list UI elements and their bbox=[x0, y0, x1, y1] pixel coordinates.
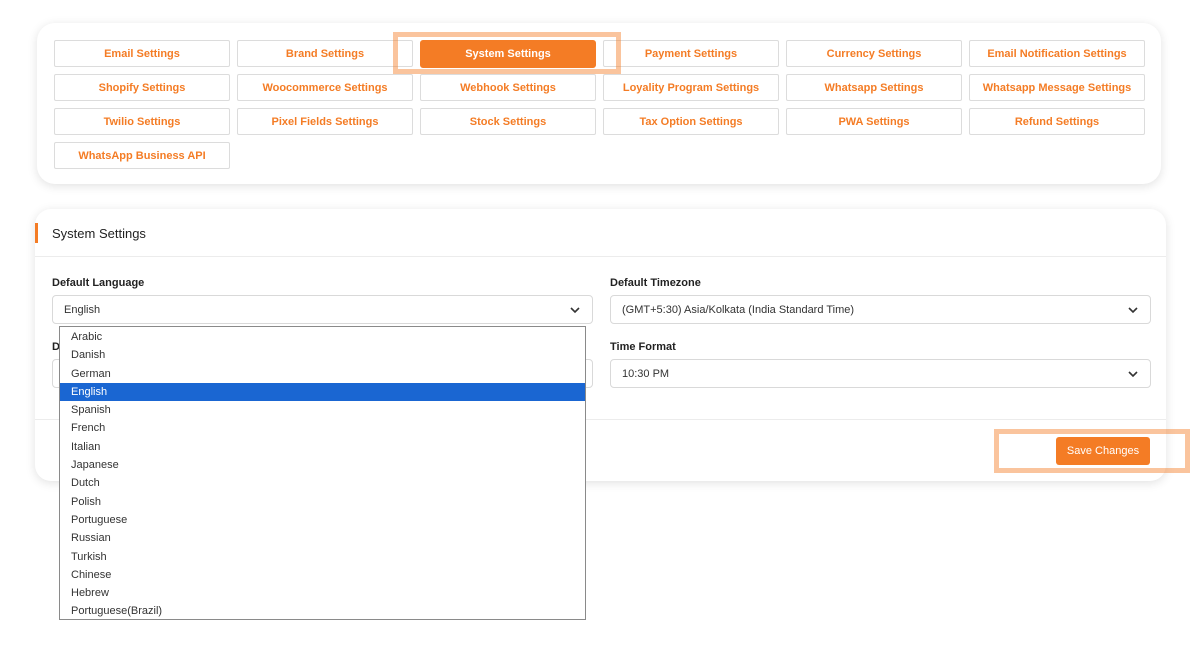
tab-system-settings[interactable]: System Settings bbox=[420, 40, 596, 68]
language-option[interactable]: Spanish bbox=[60, 401, 585, 419]
tab-twilio-settings[interactable]: Twilio Settings bbox=[54, 108, 230, 135]
tab-tax-option-settings[interactable]: Tax Option Settings bbox=[603, 108, 779, 135]
language-option[interactable]: German bbox=[60, 365, 585, 383]
tab-email-notification-settings[interactable]: Email Notification Settings bbox=[969, 40, 1145, 67]
language-option[interactable]: French bbox=[60, 419, 585, 437]
language-option[interactable]: Dutch bbox=[60, 474, 585, 492]
tab-pixel-fields-settings[interactable]: Pixel Fields Settings bbox=[237, 108, 413, 135]
language-option[interactable]: Turkish bbox=[60, 548, 585, 566]
time-format-select[interactable]: 10:30 PM bbox=[610, 359, 1151, 388]
tab-payment-settings[interactable]: Payment Settings bbox=[603, 40, 779, 67]
default-language-value: English bbox=[64, 303, 101, 316]
chevron-down-icon bbox=[570, 307, 580, 314]
tab-whatsapp-settings[interactable]: Whatsapp Settings bbox=[786, 74, 962, 101]
tab-webhook-settings[interactable]: Webhook Settings bbox=[420, 74, 596, 101]
tab-whatsapp-message-settings[interactable]: Whatsapp Message Settings bbox=[969, 74, 1145, 101]
card-title: System Settings bbox=[52, 226, 146, 241]
language-option[interactable]: Danish bbox=[60, 346, 585, 364]
tab-pwa-settings[interactable]: PWA Settings bbox=[786, 108, 962, 135]
save-changes-button[interactable]: Save Changes bbox=[1056, 437, 1150, 465]
language-option[interactable]: Russian bbox=[60, 529, 585, 547]
tab-email-settings[interactable]: Email Settings bbox=[54, 40, 230, 67]
header-accent-bar bbox=[35, 223, 38, 243]
tab-whatsapp-business-api[interactable]: WhatsApp Business API bbox=[54, 142, 230, 169]
tab-woocommerce-settings[interactable]: Woocommerce Settings bbox=[237, 74, 413, 101]
default-language-label: Default Language bbox=[52, 277, 145, 289]
settings-tabs-card: Email Settings Brand Settings System Setti… bbox=[37, 23, 1161, 184]
chevron-down-icon bbox=[1128, 371, 1138, 378]
language-option[interactable]: Hebrew bbox=[60, 584, 585, 602]
tab-loyality-program-settings[interactable]: Loyality Program Settings bbox=[603, 74, 779, 101]
default-timezone-value: (GMT+5:30) Asia/Kolkata (India Standard … bbox=[622, 303, 855, 316]
page: Email Settings Brand Settings System Setti… bbox=[0, 0, 1200, 655]
language-option[interactable]: Arabic bbox=[60, 328, 585, 346]
tab-shopify-settings[interactable]: Shopify Settings bbox=[54, 74, 230, 101]
language-option[interactable]: English bbox=[60, 382, 585, 402]
tab-brand-settings[interactable]: Brand Settings bbox=[237, 40, 413, 67]
chevron-down-icon bbox=[1128, 307, 1138, 314]
language-option[interactable]: Japanese bbox=[60, 456, 585, 474]
tab-currency-settings[interactable]: Currency Settings bbox=[786, 40, 962, 67]
default-timezone-select[interactable]: (GMT+5:30) Asia/Kolkata (India Standard … bbox=[610, 295, 1151, 324]
language-option[interactable]: Italian bbox=[60, 438, 585, 456]
default-language-select[interactable]: English bbox=[52, 295, 593, 324]
language-option[interactable]: Chinese bbox=[60, 566, 585, 584]
card-header: System Settings bbox=[35, 209, 1166, 257]
tab-stock-settings[interactable]: Stock Settings bbox=[420, 108, 596, 135]
language-dropdown-list[interactable]: Arabic Danish German English Spanish French It… bbox=[59, 326, 586, 620]
language-option[interactable]: Polish bbox=[60, 493, 585, 511]
language-option[interactable]: Portuguese bbox=[60, 511, 585, 529]
time-format-label: Time Format bbox=[610, 341, 676, 353]
language-option[interactable]: Portuguese(Brazil) bbox=[60, 602, 585, 620]
default-timezone-label: Default Timezone bbox=[610, 277, 701, 289]
time-format-value: 10:30 PM bbox=[622, 367, 670, 380]
tab-refund-settings[interactable]: Refund Settings bbox=[969, 108, 1145, 135]
